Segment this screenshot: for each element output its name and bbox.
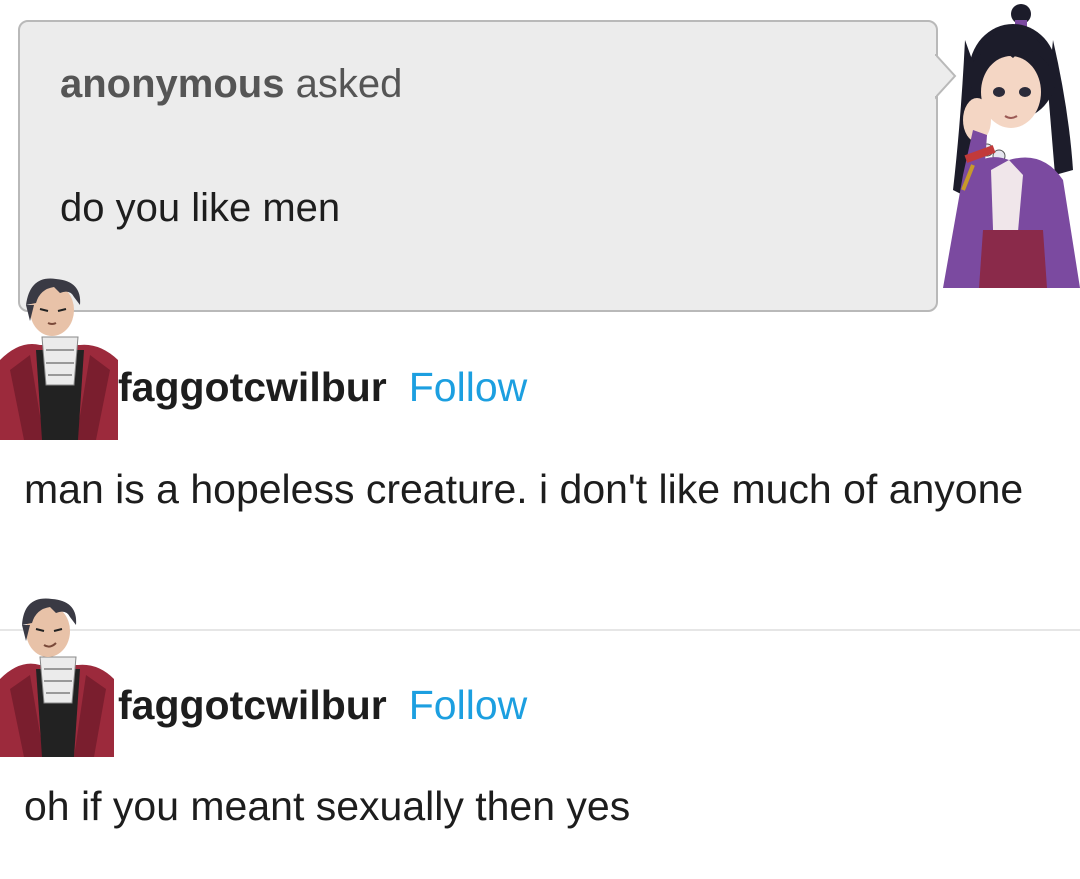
post-header: faggotcwilbur Follow xyxy=(118,682,527,729)
follow-button[interactable]: Follow xyxy=(409,682,527,728)
asker-name[interactable]: anonymous xyxy=(60,62,284,106)
poster-avatar[interactable] xyxy=(0,597,114,757)
poster-avatar[interactable] xyxy=(0,275,118,440)
ask-box: anonymous asked do you like men xyxy=(18,20,938,312)
post-text: oh if you meant sexually then yes xyxy=(24,783,631,829)
ask-header: anonymous asked xyxy=(60,62,402,107)
asker-avatar[interactable] xyxy=(943,0,1080,288)
divider xyxy=(0,629,1080,631)
post-text: man is a hopeless creature. i don't like… xyxy=(24,466,1024,512)
username-link[interactable]: faggotcwilbur xyxy=(118,364,387,410)
ask-question: do you like men xyxy=(60,186,341,230)
post-header: faggotcwilbur Follow xyxy=(118,364,527,411)
follow-button[interactable]: Follow xyxy=(409,364,527,410)
asked-label: asked xyxy=(295,62,403,106)
username-link[interactable]: faggotcwilbur xyxy=(118,682,387,728)
